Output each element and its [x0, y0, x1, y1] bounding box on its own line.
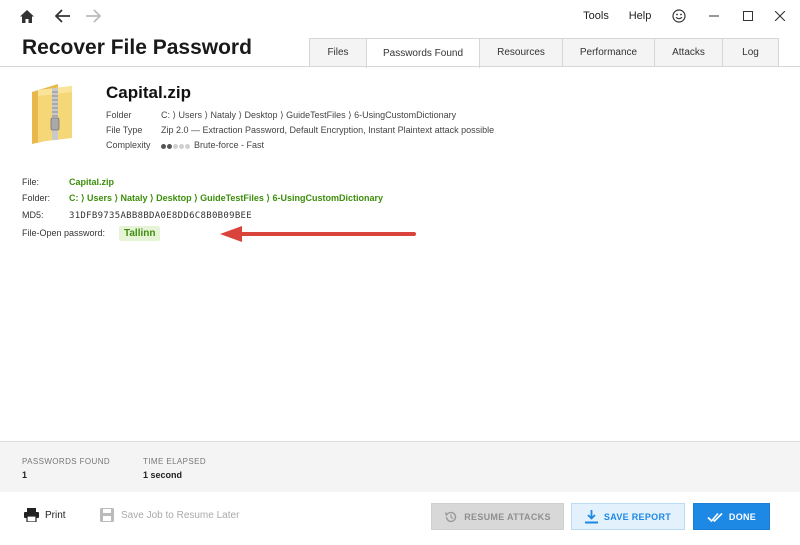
complexity-dot [167, 143, 172, 149]
meta-complexity-label: Complexity [106, 140, 151, 150]
page-title: Recover File Password [22, 36, 252, 59]
double-check-icon [707, 512, 723, 522]
meta-folder-value: C: ⟩ Users ⟩ Nataly ⟩ Desktop ⟩ GuideTes… [161, 110, 457, 120]
result-file-label: File: [22, 177, 40, 187]
stats-bar: PASSWORDS FOUND 1 TIME ELAPSED 1 second [0, 441, 800, 493]
result-folder-value: C: ⟩ Users ⟩ Nataly ⟩ Desktop ⟩ GuideTes… [69, 193, 383, 203]
done-button[interactable]: DONE [693, 503, 770, 530]
result-file-row: File: Capital.zip [22, 177, 114, 187]
tab-passwords-found[interactable]: Passwords Found [366, 38, 480, 68]
save-report-button[interactable]: SAVE REPORT [571, 503, 685, 530]
title-bar: Tools Help [0, 0, 800, 32]
time-elapsed-value: 1 second [143, 470, 183, 480]
result-file-value: Capital.zip [69, 177, 115, 187]
menu-tools[interactable]: Tools [582, 4, 610, 28]
meta-type-label: File Type [106, 125, 143, 135]
meta-complexity-value: Brute-force - Fast [194, 140, 265, 150]
result-md5-label: MD5: [22, 210, 44, 220]
tab-bar: Files Passwords Found Resources Performa… [309, 38, 779, 68]
meta-folder-label: Folder [106, 110, 132, 120]
tab-performance[interactable]: Performance [562, 38, 655, 66]
annotation-arrow-icon [218, 224, 420, 244]
forward-arrow-icon[interactable] [82, 4, 104, 28]
save-report-label: SAVE REPORT [603, 511, 672, 522]
complexity-dot [173, 143, 178, 149]
result-folder-label: Folder: [22, 193, 51, 203]
download-icon [584, 509, 598, 523]
save-job-label: Save Job to Resume Later [121, 509, 240, 521]
resume-attacks-button[interactable]: RESUME ATTACKS [431, 503, 564, 530]
resume-attacks-label: RESUME ATTACKS [464, 511, 551, 522]
printer-icon [24, 508, 39, 522]
time-elapsed-label: TIME ELAPSED [143, 457, 207, 466]
result-md5-row: MD5: 31DFB9735ABB8BDA0E8DD6C8B0B09BEE [22, 210, 252, 221]
meta-complexity-row: Complexity Brute-force - Fast [106, 140, 264, 151]
passwords-found-label: PASSWORDS FOUND [22, 457, 111, 466]
save-job-button[interactable]: Save Job to Resume Later [100, 508, 239, 522]
back-arrow-icon[interactable] [52, 4, 74, 28]
tab-files[interactable]: Files [309, 38, 367, 66]
menu-help[interactable]: Help [627, 4, 653, 28]
tab-log[interactable]: Log [722, 38, 779, 66]
complexity-dots [161, 141, 191, 151]
password-value-badge[interactable]: Tallinn [119, 226, 161, 241]
complexity-dot [185, 143, 190, 149]
tab-resources[interactable]: Resources [479, 38, 563, 66]
tab-divider [0, 66, 800, 67]
result-password-row: File-Open password: Tallinn [22, 226, 161, 241]
result-folder-row: Folder: C: ⟩ Users ⟩ Nataly ⟩ Desktop ⟩ G… [22, 193, 383, 204]
file-name-heading: Capital.zip [106, 83, 192, 102]
done-label: DONE [728, 511, 757, 522]
home-icon[interactable] [16, 4, 38, 28]
complexity-dot [161, 143, 166, 149]
tab-attacks[interactable]: Attacks [654, 38, 723, 66]
passwords-found-value: 1 [22, 470, 28, 480]
result-md5-value: 31DFB9735ABB8BDA0E8DD6C8B0B09BEE [69, 211, 252, 221]
floppy-disk-icon [100, 508, 114, 522]
resume-history-icon [445, 511, 457, 522]
smiley-feedback-icon[interactable] [670, 4, 688, 28]
close-icon[interactable] [770, 4, 790, 28]
maximize-icon[interactable] [738, 4, 758, 28]
meta-folder-row: Folder C: ⟩ Users ⟩ Nataly ⟩ Desktop ⟩ Gu… [106, 110, 456, 121]
print-button[interactable]: Print [24, 508, 66, 522]
meta-type-row: File Type Zip 2.0 — Extraction Password, … [106, 125, 494, 135]
minimize-icon[interactable] [704, 4, 724, 28]
meta-type-value: Zip 2.0 — Extraction Password, Default E… [161, 125, 495, 135]
print-label: Print [45, 509, 66, 521]
result-password-label: File-Open password: [22, 228, 106, 238]
complexity-dot [179, 143, 184, 149]
zip-folder-icon [28, 82, 78, 146]
